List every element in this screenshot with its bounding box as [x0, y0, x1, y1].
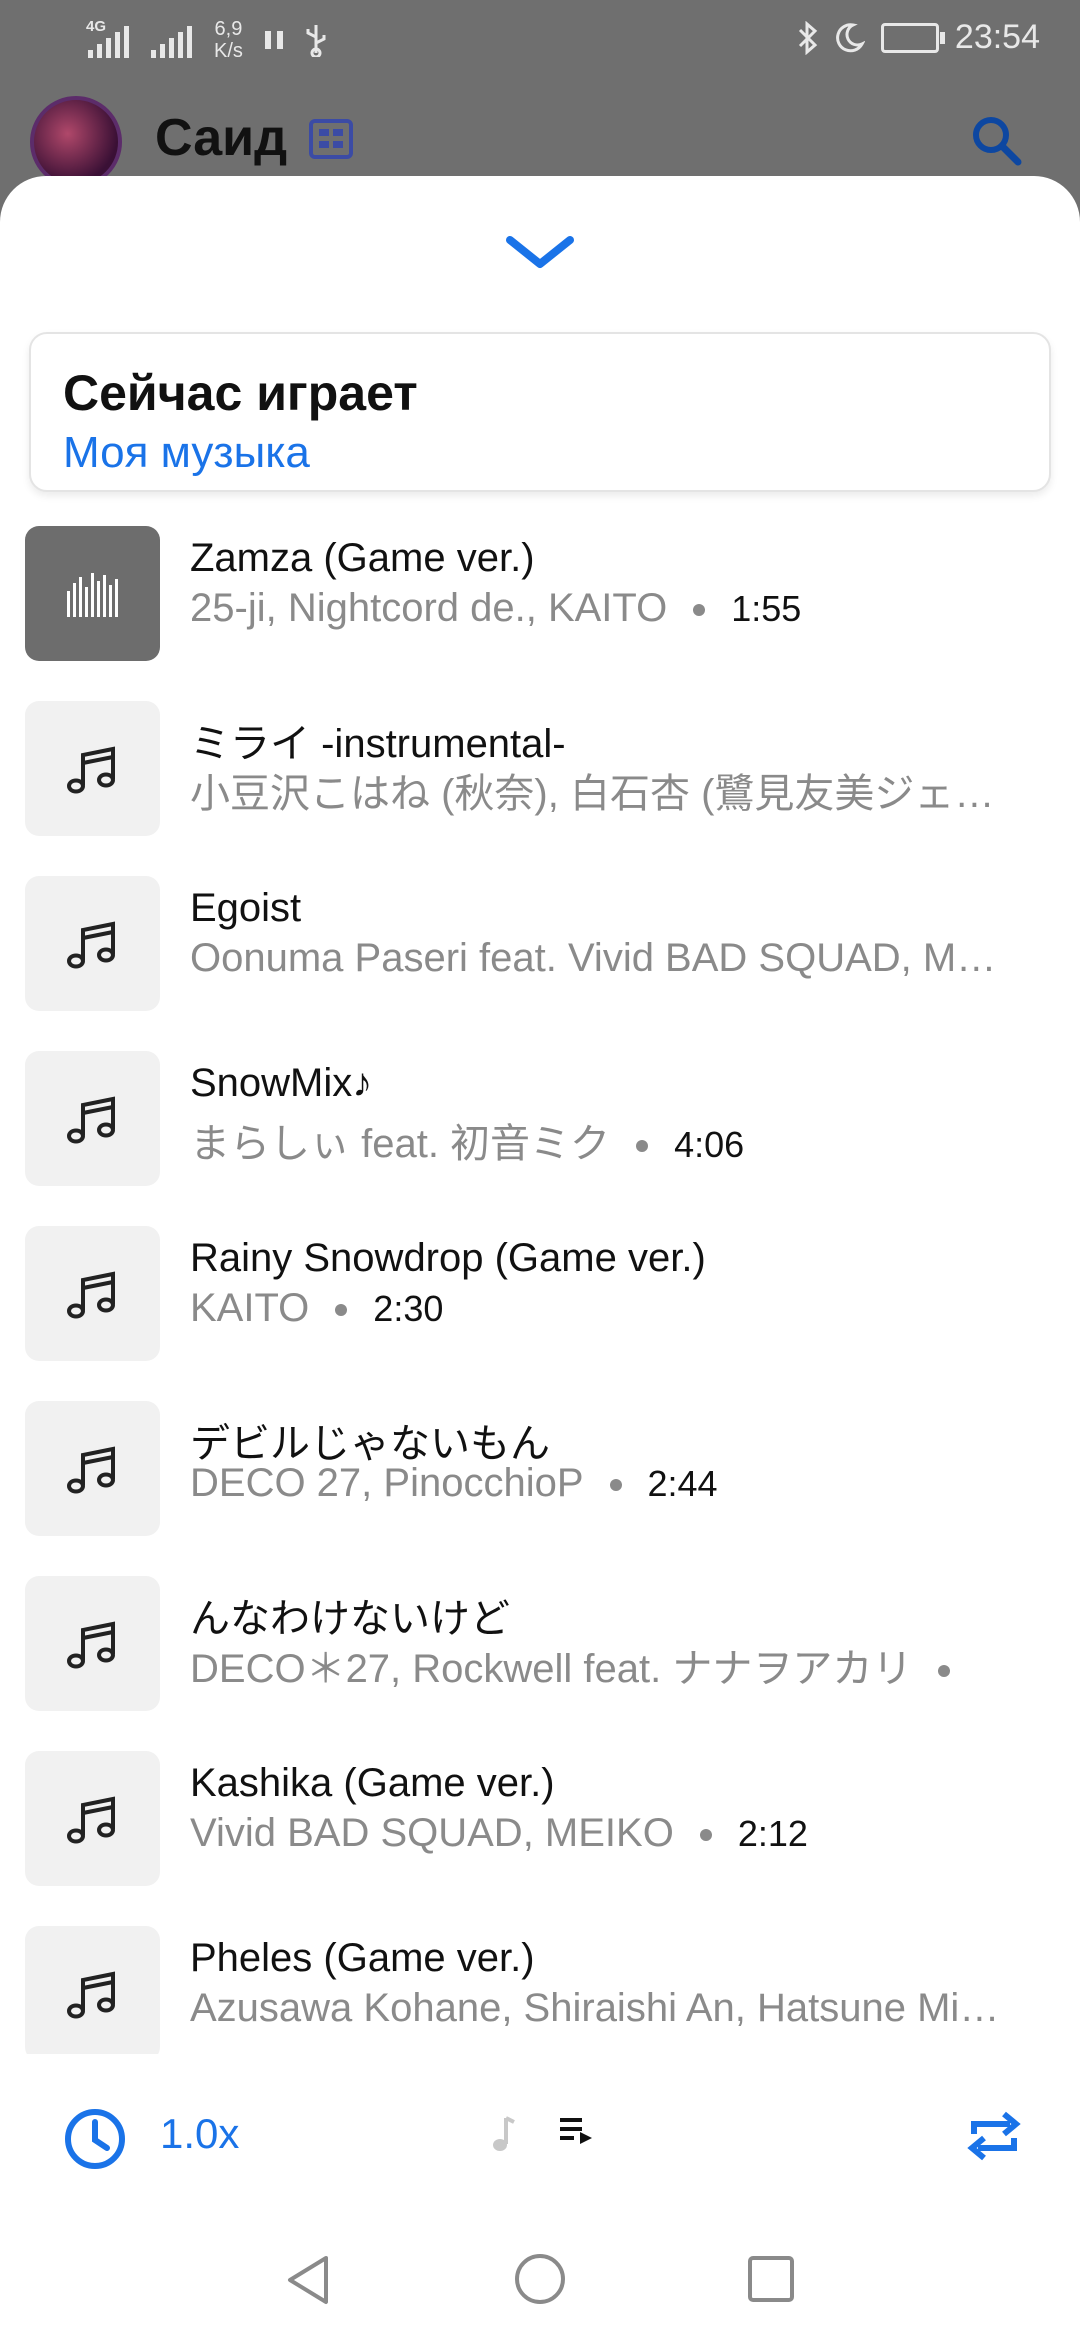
moon-icon: [836, 22, 865, 52]
bluetooth-icon: [798, 20, 818, 55]
music-note-icon: [25, 1051, 160, 1186]
track-subtitle: まらしぃ feat. 初音ミク 4:06: [190, 1111, 1050, 1169]
home-icon[interactable]: [513, 2252, 567, 2306]
queue-icon[interactable]: [560, 2116, 594, 2146]
network-type-label: 4G: [86, 18, 107, 35]
music-note-icon: [25, 701, 160, 836]
battery-icon: [880, 22, 945, 53]
track-artist: DECO＊27, Rockwell feat. ナナヲアカリ: [190, 1647, 913, 1691]
equalizer-icon: [25, 526, 160, 661]
signal-icon: 4G: [86, 18, 129, 58]
track-row[interactable]: Kashika (Game ver.) Vivid BAD SQUAD, MEI…: [0, 1751, 1080, 1926]
network-speed-unit: K/s: [214, 40, 243, 62]
now-playing-source[interactable]: Моя музыка: [63, 428, 310, 478]
track-artist: 25-ji, Nightcord de., KAITO: [190, 586, 668, 630]
track-title: Pheles (Game ver.): [190, 1936, 535, 1980]
track-title: Zamza (Game ver.): [190, 536, 535, 580]
music-note-icon: [25, 1226, 160, 1361]
track-title: Rainy Snowdrop (Game ver.): [190, 1236, 706, 1280]
signal-icon-2: [151, 22, 192, 58]
track-duration: 1:55: [731, 588, 802, 629]
track-subtitle: Vivid BAD SQUAD, MEIKO 2:12: [190, 1811, 1050, 1856]
track-duration: 4:06: [674, 1124, 745, 1165]
track-duration: 2:44: [647, 1463, 718, 1504]
track-title: Kashika (Game ver.): [190, 1761, 555, 1805]
music-note-icon[interactable]: [488, 2114, 518, 2154]
sleep-timer-icon[interactable]: [62, 2106, 128, 2172]
track-row[interactable]: んなわけないけど DECO＊27, Rockwell feat. ナナヲアカリ: [0, 1576, 1080, 1751]
avatar[interactable]: [30, 96, 122, 188]
track-artist: まらしぃ feat. 初音ミク: [190, 1122, 611, 1166]
track-row[interactable]: SnowMix♪ まらしぃ feat. 初音ミク 4:06: [0, 1051, 1080, 1226]
usb-icon: [306, 25, 326, 57]
music-note-icon: [25, 1576, 160, 1711]
system-nav-bar: [0, 2224, 1080, 2340]
search-icon[interactable]: [970, 114, 1022, 166]
track-row[interactable]: Zamza (Game ver.) 25-ji, Nightcord de., …: [0, 526, 1080, 701]
track-row[interactable]: デビルじゃないもん DECO 27, PinocchioP 2:44: [0, 1401, 1080, 1576]
now-playing-title: Сейчас играет: [63, 365, 418, 421]
track-title: Egoist: [190, 886, 302, 930]
track-artist: KAITO: [190, 1286, 310, 1330]
status-bar: 4G 6,9 K/s 23:54: [0, 0, 1080, 84]
playback-speed-button[interactable]: 1.0x: [160, 2110, 239, 2158]
track-subtitle: DECO 27, PinocchioP 2:44: [190, 1461, 1050, 1506]
separator-dot: [699, 1829, 712, 1842]
repeat-icon[interactable]: [966, 2106, 1022, 2166]
network-speed-value: 6,9: [214, 18, 243, 40]
separator-dot: [335, 1304, 348, 1317]
track-list[interactable]: Zamza (Game ver.) 25-ji, Nightcord de., …: [0, 526, 1080, 2206]
music-note-icon: [25, 1751, 160, 1886]
track-subtitle: KAITO 2:30: [190, 1286, 1050, 1331]
track-artist: 小豆沢こはね (秋奈), 白石杏 (鷺見友美ジェ…: [190, 772, 995, 816]
user-name: Саид: [155, 109, 288, 167]
chevron-down-icon[interactable]: [504, 232, 576, 272]
music-note-icon: [25, 876, 160, 1011]
track-duration: 2:12: [737, 1813, 808, 1854]
track-artist: Oonuma Paseri feat. Vivid BAD SQUAD, M…: [190, 936, 997, 980]
recents-icon[interactable]: [746, 2254, 796, 2304]
separator-dot: [636, 1140, 649, 1153]
now-playing-card[interactable]: Сейчас играет Моя музыка: [29, 332, 1051, 492]
book-icon[interactable]: [308, 118, 354, 160]
track-duration: 2:30: [373, 1288, 444, 1329]
track-subtitle: 25-ji, Nightcord de., KAITO 1:55: [190, 586, 1050, 631]
track-subtitle: DECO＊27, Rockwell feat. ナナヲアカリ: [190, 1636, 1050, 1694]
pause-icon: [264, 31, 283, 49]
separator-dot: [609, 1479, 622, 1492]
now-playing-sheet: Сейчас играет Моя музыка Zamza (Game ver…: [0, 176, 1080, 2340]
track-artist: Azusawa Kohane, Shiraishi An, Hatsune Mi…: [190, 1986, 1000, 2030]
back-icon[interactable]: [284, 2252, 332, 2308]
track-artist: DECO 27, PinocchioP: [190, 1461, 584, 1505]
track-row[interactable]: Rainy Snowdrop (Game ver.) KAITO 2:30: [0, 1226, 1080, 1401]
clock-time: 23:54: [954, 18, 1040, 56]
separator-dot: [693, 604, 706, 617]
track-row[interactable]: ミライ -instrumental- 小豆沢こはね (秋奈), 白石杏 (鷺見友…: [0, 701, 1080, 876]
music-note-icon: [25, 1401, 160, 1536]
separator-dot: [938, 1665, 951, 1678]
track-artist: Vivid BAD SQUAD, MEIKO: [190, 1811, 674, 1855]
music-note-icon: [25, 1926, 160, 2061]
track-row[interactable]: Egoist Oonuma Paseri feat. Vivid BAD SQU…: [0, 876, 1080, 1051]
player-controls: 1.0x: [0, 2054, 1080, 2224]
network-speed: 6,9 K/s: [214, 18, 243, 62]
track-title: SnowMix♪: [190, 1061, 373, 1105]
